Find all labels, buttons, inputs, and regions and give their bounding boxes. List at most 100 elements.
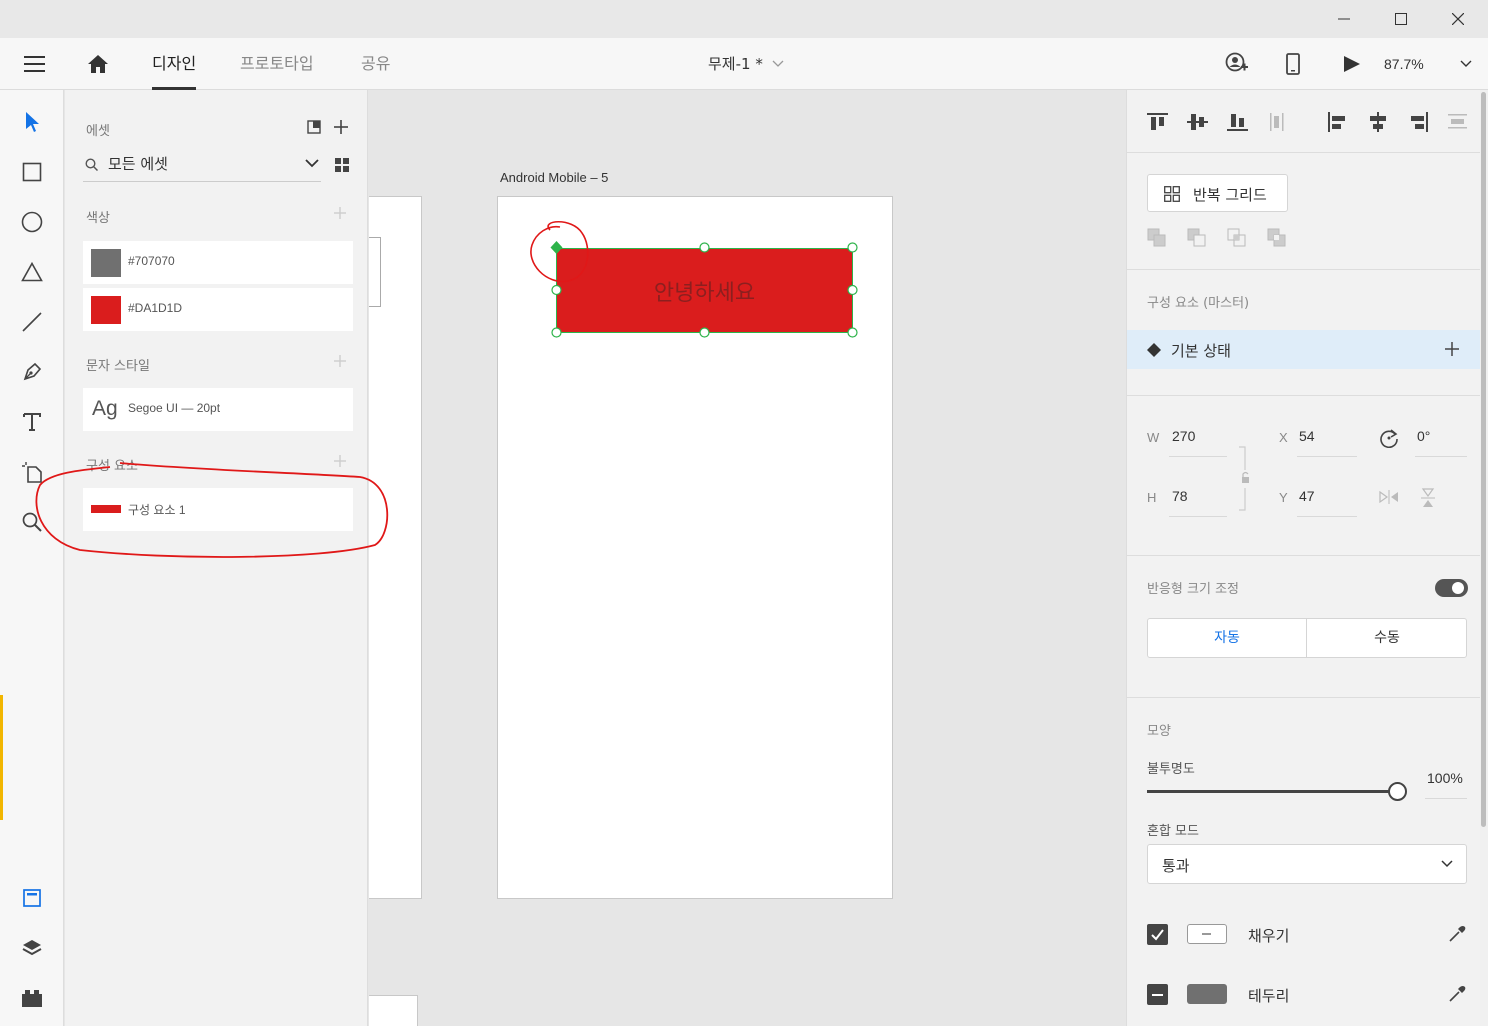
asset-search-field[interactable]: 모든 에셋 xyxy=(83,148,321,182)
annotation-circle-diamond xyxy=(530,221,589,283)
document-title-text: 무제-1 * xyxy=(708,55,763,73)
resize-auto-button[interactable]: 자동 xyxy=(1148,619,1307,657)
rectangle-tool[interactable] xyxy=(14,154,50,190)
chevron-down-icon xyxy=(1441,860,1453,868)
width-value[interactable]: 270 xyxy=(1172,428,1195,444)
toggle-knob xyxy=(1452,582,1464,594)
align-top-button[interactable] xyxy=(1147,112,1169,132)
app-header: 디자인 프로토타입 공유 무제-1 * 87.7% xyxy=(0,38,1488,90)
height-value[interactable]: 78 xyxy=(1172,488,1188,504)
align-middle-button[interactable] xyxy=(1187,112,1209,132)
artboard-partial-bottom[interactable] xyxy=(369,995,418,1026)
boolean-intersect-button[interactable] xyxy=(1227,228,1247,248)
underline xyxy=(1425,798,1467,799)
layers-icon xyxy=(22,940,42,956)
boolean-exclude-button[interactable] xyxy=(1267,228,1287,248)
play-preview-button[interactable] xyxy=(1343,55,1361,73)
align-bottom-button[interactable] xyxy=(1227,112,1249,132)
flip-vertical-icon[interactable] xyxy=(1421,488,1435,508)
border-color-swatch[interactable] xyxy=(1187,984,1227,1004)
add-asset-button[interactable] xyxy=(333,119,349,135)
maximize-button[interactable] xyxy=(1373,0,1429,38)
distribute-vertical-button[interactable] xyxy=(1269,112,1285,132)
align-left-button[interactable] xyxy=(1327,112,1349,132)
align-horizontal-center-icon xyxy=(1370,112,1386,132)
layers-panel-button[interactable] xyxy=(14,930,50,966)
boolean-subtract-icon xyxy=(1187,228,1206,247)
component-diamond-icon xyxy=(1147,343,1161,357)
boolean-add-button[interactable] xyxy=(1147,228,1167,248)
mobile-icon xyxy=(1286,53,1300,75)
document-menu-chevron[interactable] xyxy=(772,60,784,68)
align-bottom-icon xyxy=(1227,114,1248,131)
fill-label: 채우기 xyxy=(1248,927,1290,945)
tab-prototype[interactable]: 프로토타입 xyxy=(240,38,314,90)
boolean-subtract-button[interactable] xyxy=(1187,228,1207,248)
fill-color-swatch[interactable] xyxy=(1187,924,1227,944)
home-button[interactable] xyxy=(87,53,109,75)
play-icon xyxy=(1344,56,1360,72)
menu-button[interactable] xyxy=(24,54,46,74)
tab-design[interactable]: 디자인 xyxy=(152,38,197,90)
divider xyxy=(1127,395,1481,396)
align-center-button[interactable] xyxy=(1367,112,1389,132)
annotation-circle-component xyxy=(35,462,389,558)
assets-title: 에셋 xyxy=(86,124,110,139)
maximize-icon xyxy=(1395,13,1407,25)
x-value[interactable]: 54 xyxy=(1299,428,1315,444)
resize-mode-segmented: 자동 수동 xyxy=(1147,618,1467,658)
flip-horizontal-icon[interactable] xyxy=(1379,490,1399,504)
underline xyxy=(1169,516,1227,517)
fill-checkbox[interactable] xyxy=(1147,924,1168,945)
close-button[interactable] xyxy=(1430,0,1486,38)
zoom-level[interactable]: 87.7% xyxy=(1384,38,1424,90)
rotation-value[interactable]: 0° xyxy=(1417,428,1430,444)
tab-share[interactable]: 공유 xyxy=(361,38,390,90)
responsive-resize-label: 반응형 크기 조정 xyxy=(1147,582,1239,597)
align-right-button[interactable] xyxy=(1407,112,1429,132)
align-top-icon xyxy=(1147,113,1168,130)
opacity-slider-handle[interactable] xyxy=(1387,782,1407,801)
distribute-horizontal-icon xyxy=(1448,114,1467,129)
state-row-default[interactable]: 기본 상태 xyxy=(1127,330,1481,369)
assets-panel-button[interactable] xyxy=(14,880,50,916)
opacity-slider-track[interactable] xyxy=(1147,790,1397,793)
select-tool[interactable] xyxy=(14,104,50,140)
resize-manual-button[interactable]: 수동 xyxy=(1308,619,1466,657)
y-value[interactable]: 47 xyxy=(1299,488,1315,504)
underline xyxy=(1297,516,1357,517)
minimize-button[interactable] xyxy=(1316,0,1372,38)
invite-button[interactable] xyxy=(1225,52,1249,76)
inspector-scrollbar-thumb[interactable] xyxy=(1481,92,1486,827)
distribute-horizontal-button[interactable] xyxy=(1447,112,1469,132)
eyedropper-icon[interactable] xyxy=(1447,984,1467,1004)
zoom-dropdown[interactable] xyxy=(1460,60,1472,68)
divider xyxy=(1127,269,1481,270)
responsive-resize-toggle[interactable] xyxy=(1435,579,1468,597)
divider xyxy=(1127,697,1481,698)
opacity-value[interactable]: 100% xyxy=(1427,770,1463,786)
plus-icon[interactable] xyxy=(1445,342,1459,356)
blend-mode-label: 혼합 모드 xyxy=(1147,824,1199,839)
open-library-button[interactable] xyxy=(307,120,321,134)
document-title[interactable]: 무제-1 * xyxy=(708,38,763,90)
align-left-icon xyxy=(1328,112,1345,132)
distribute-vertical-icon xyxy=(1270,113,1284,131)
aspect-lock-icon[interactable] xyxy=(1237,446,1251,512)
device-preview-button[interactable] xyxy=(1286,52,1300,76)
artboard-name[interactable]: Android Mobile – 5 xyxy=(500,170,608,185)
plugins-panel-button[interactable] xyxy=(14,980,50,1016)
underline xyxy=(1169,456,1227,457)
blend-mode-select[interactable]: 통과 xyxy=(1147,844,1467,884)
divider xyxy=(1127,152,1481,153)
eyedropper-icon[interactable] xyxy=(1447,924,1467,944)
align-vertical-center-icon xyxy=(1187,114,1208,130)
grid-view-button[interactable] xyxy=(335,158,349,172)
grid-view-icon xyxy=(335,158,349,172)
align-right-icon xyxy=(1411,112,1428,132)
repeat-grid-button[interactable]: 반복 그리드 xyxy=(1147,174,1288,212)
border-checkbox[interactable] xyxy=(1147,984,1168,1005)
asset-search-value: 모든 에셋 xyxy=(108,155,168,173)
plus-icon xyxy=(334,120,348,134)
y-label: Y xyxy=(1279,490,1288,505)
